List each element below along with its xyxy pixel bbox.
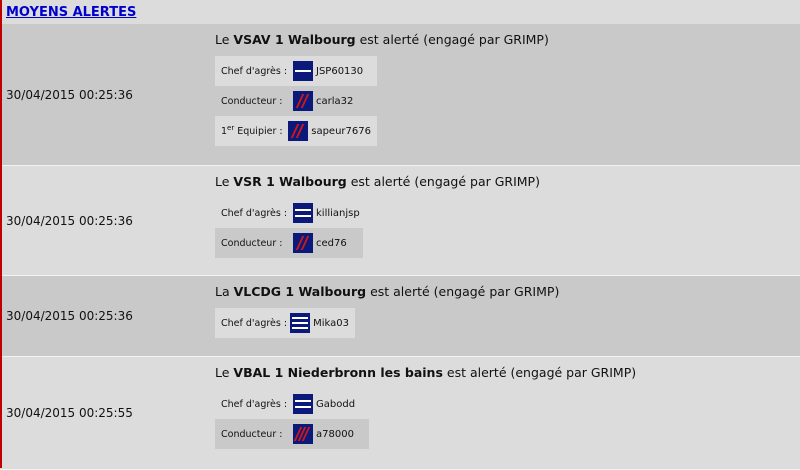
headline-suffix: est alerté (engagé par GRIMP) [446, 365, 637, 380]
crew-member: Conducteur : a78000 [215, 419, 369, 449]
crew-list: Chef d'agrès : Mika03 [215, 308, 800, 338]
sergent-rank-icon [293, 394, 313, 414]
headline-prefix: Le [215, 174, 230, 189]
crew-member: Conducteur : ced76 [215, 228, 363, 258]
caporal-rank-icon [288, 121, 309, 141]
alert-headline: La VLCDG 1 Walbourg est alerté (engagé p… [215, 284, 800, 299]
crew-member: 1er Equipier : sapeur7676 [215, 116, 377, 146]
left-border [0, 0, 2, 468]
crew-username[interactable]: a78000 [316, 429, 354, 440]
crew-list: Chef d'agrès : killianjsp Conducteur : c… [215, 198, 800, 258]
alert-row: 30/04/2015 00:25:36 Le VSR 1 Walbourg es… [0, 166, 800, 276]
headline-suffix: est alerté (engagé par GRIMP) [370, 284, 560, 299]
vehicle-name: VSAV 1 Walbourg [233, 32, 356, 47]
crew-role: Conducteur : [221, 237, 283, 249]
alert-timestamp: 30/04/2015 00:25:36 [6, 213, 133, 228]
headline-prefix: Le [215, 365, 230, 380]
crew-role: Chef d'agrès : [221, 207, 288, 219]
crew-member: Chef d'agrès : Gabodd [215, 389, 800, 419]
crew-member: Chef d'agrès : JSP60130 [215, 56, 377, 86]
headline-prefix: Le [215, 32, 230, 47]
crew-role: Conducteur : [221, 95, 283, 107]
crew-list: Chef d'agrès : JSP60130 Conducteur : car… [215, 56, 800, 146]
headline-suffix: est alerté (engagé par GRIMP) [359, 32, 549, 47]
alert-row: 30/04/2015 00:25:36 Le VSAV 1 Walbourg e… [0, 24, 800, 166]
crew-username[interactable]: killianjsp [316, 208, 360, 219]
crew-member: Chef d'agrès : killianjsp [215, 198, 800, 228]
crew-list: Chef d'agrès : Gabodd Conducteur : a7800… [215, 389, 800, 449]
crew-role: 1er Equipier : [221, 124, 283, 138]
alert-headline: Le VBAL 1 Niederbronn les bains est aler… [215, 365, 800, 380]
alert-timestamp: 30/04/2015 00:25:55 [6, 406, 133, 420]
moyens-alertes-link[interactable]: MOYENS ALERTES [6, 5, 136, 20]
alert-timestamp: 30/04/2015 00:25:36 [6, 87, 133, 102]
adjudant-rank-icon [290, 313, 311, 333]
vehicle-name: VBAL 1 Niederbronn les bains [233, 365, 443, 380]
alert-timestamp: 30/04/2015 00:25:36 [6, 309, 133, 323]
alert-details: Le VBAL 1 Niederbronn les bains est aler… [215, 357, 800, 469]
section-header: MOYENS ALERTES [0, 0, 800, 24]
crew-username[interactable]: sapeur7676 [311, 126, 371, 137]
headline-prefix: La [215, 284, 230, 299]
alert-details: Le VSR 1 Walbourg est alerté (engagé par… [215, 166, 800, 275]
alert-row: 30/04/2015 00:25:55 Le VBAL 1 Niederbron… [0, 357, 800, 470]
crew-username[interactable]: ced76 [316, 238, 347, 249]
crew-username[interactable]: Mika03 [313, 318, 349, 329]
crew-username[interactable]: carla32 [316, 96, 353, 107]
crew-role: Chef d'agrès : [221, 398, 288, 410]
crew-username[interactable]: JSP60130 [316, 66, 363, 77]
crew-username[interactable]: Gabodd [316, 399, 355, 410]
alert-headline: Le VSAV 1 Walbourg est alerté (engagé pa… [215, 32, 800, 47]
sergent-rank-icon [293, 203, 313, 223]
crew-role: Chef d'agrès : [221, 317, 288, 329]
vehicle-name: VLCDG 1 Walbourg [233, 284, 367, 299]
alert-row: 30/04/2015 00:25:36 La VLCDG 1 Walbourg … [0, 276, 800, 357]
crew-role: Chef d'agrès : [221, 65, 288, 77]
jsp-rank-icon [293, 61, 313, 81]
crew-member: Conducteur : carla32 [215, 86, 800, 116]
vehicle-name: VSR 1 Walbourg [233, 174, 347, 189]
alert-details: La VLCDG 1 Walbourg est alerté (engagé p… [215, 276, 800, 356]
caporal-chef-rank-icon [293, 424, 313, 444]
alert-details: Le VSAV 1 Walbourg est alerté (engagé pa… [215, 24, 800, 165]
caporal-rank-icon [293, 91, 313, 111]
alert-headline: Le VSR 1 Walbourg est alerté (engagé par… [215, 174, 800, 189]
crew-role: Conducteur : [221, 428, 283, 440]
headline-suffix: est alerté (engagé par GRIMP) [350, 174, 540, 189]
alerts-list: 30/04/2015 00:25:36 Le VSAV 1 Walbourg e… [0, 24, 800, 470]
crew-member: Chef d'agrès : Mika03 [215, 308, 355, 338]
caporal-rank-icon [293, 233, 313, 253]
